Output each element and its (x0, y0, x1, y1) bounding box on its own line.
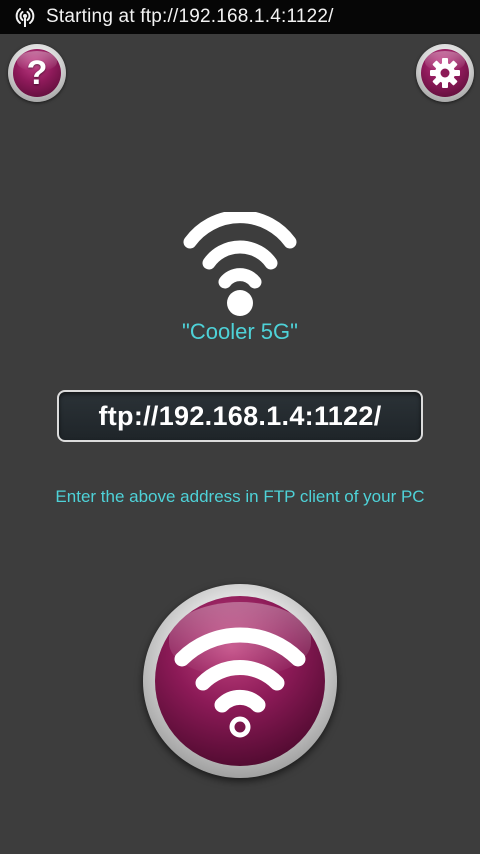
start-stop-server-button[interactable] (143, 584, 337, 778)
help-icon: ? (13, 49, 61, 97)
wifi-hotspot-icon (12, 4, 38, 30)
gear-icon (430, 58, 460, 88)
status-text: Starting at ftp://192.168.1.4:1122/ (46, 6, 334, 27)
help-button[interactable]: ? (8, 44, 66, 102)
status-bar: Starting at ftp://192.168.1.4:1122/ (0, 0, 480, 34)
network-name: "Cooler 5G" (182, 319, 298, 344)
wifi-icon (183, 212, 297, 316)
settings-button[interactable] (416, 44, 474, 102)
instruction-text: Enter the above address in FTP client of… (55, 487, 425, 506)
help-label: ? (26, 54, 48, 92)
ftp-address-box: ftp://192.168.1.4:1122/ (57, 390, 423, 442)
wifi-icon (174, 627, 306, 738)
ftp-address: ftp://192.168.1.4:1122/ (98, 400, 382, 431)
